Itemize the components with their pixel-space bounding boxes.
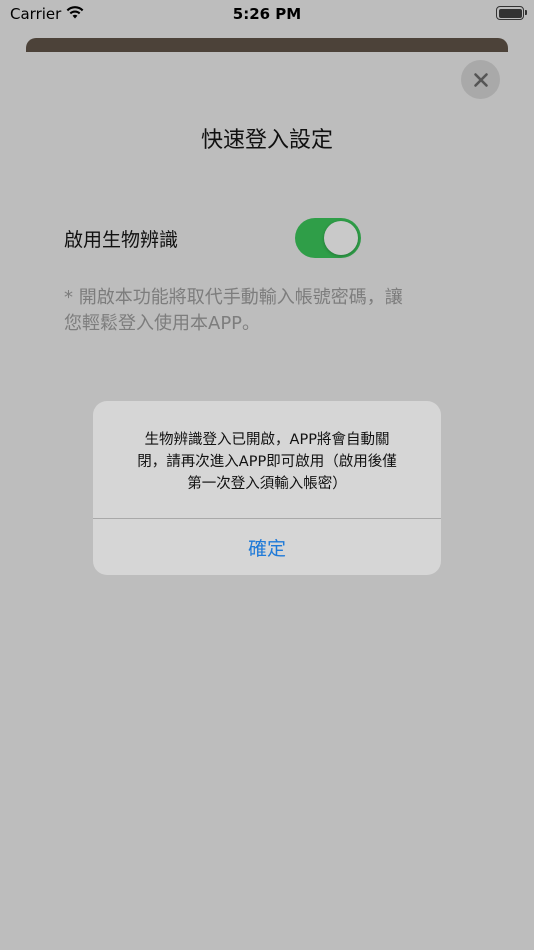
confirm-button[interactable]: 確定 [93, 519, 441, 575]
sheet-title: 快速登入設定 [200, 128, 333, 153]
alert-message: 生物辨識登入已開啟，APP將會自動關 閉，請再次進入APP即可啟用（啟用後僅 第… [111, 429, 423, 495]
alert-message-line: 生物辨識登入已開啟，APP將會自動關 [144, 432, 390, 448]
alert-dialog: 生物辨識登入已開啟，APP將會自動關 閉，請再次進入APP即可啟用（啟用後僅 第… [93, 401, 441, 575]
status-bar: Carrier 5:26 PM [0, 0, 534, 30]
note-line: 您輕鬆登入使用本APP。 [64, 313, 261, 334]
status-time: 5:26 PM [232, 5, 302, 23]
battery-icon [496, 6, 527, 20]
alert-message-line: 第一次登入須輸入帳密） [187, 476, 347, 492]
close-button[interactable] [461, 60, 500, 99]
biometric-toggle[interactable] [295, 218, 361, 258]
alert-message-line: 閉，請再次進入APP即可啟用（啟用後僅 [137, 454, 397, 470]
close-icon [473, 72, 488, 87]
toggle-knob [324, 221, 358, 255]
note-line: * 開啟本功能將取代手動輸入帳號密碼，讓 [64, 287, 403, 308]
biometric-label: 啟用生物辨識 [64, 229, 179, 251]
feature-note: * 開啟本功能將取代手動輸入帳號密碼，讓 您輕鬆登入使用本APP。 [64, 285, 474, 337]
